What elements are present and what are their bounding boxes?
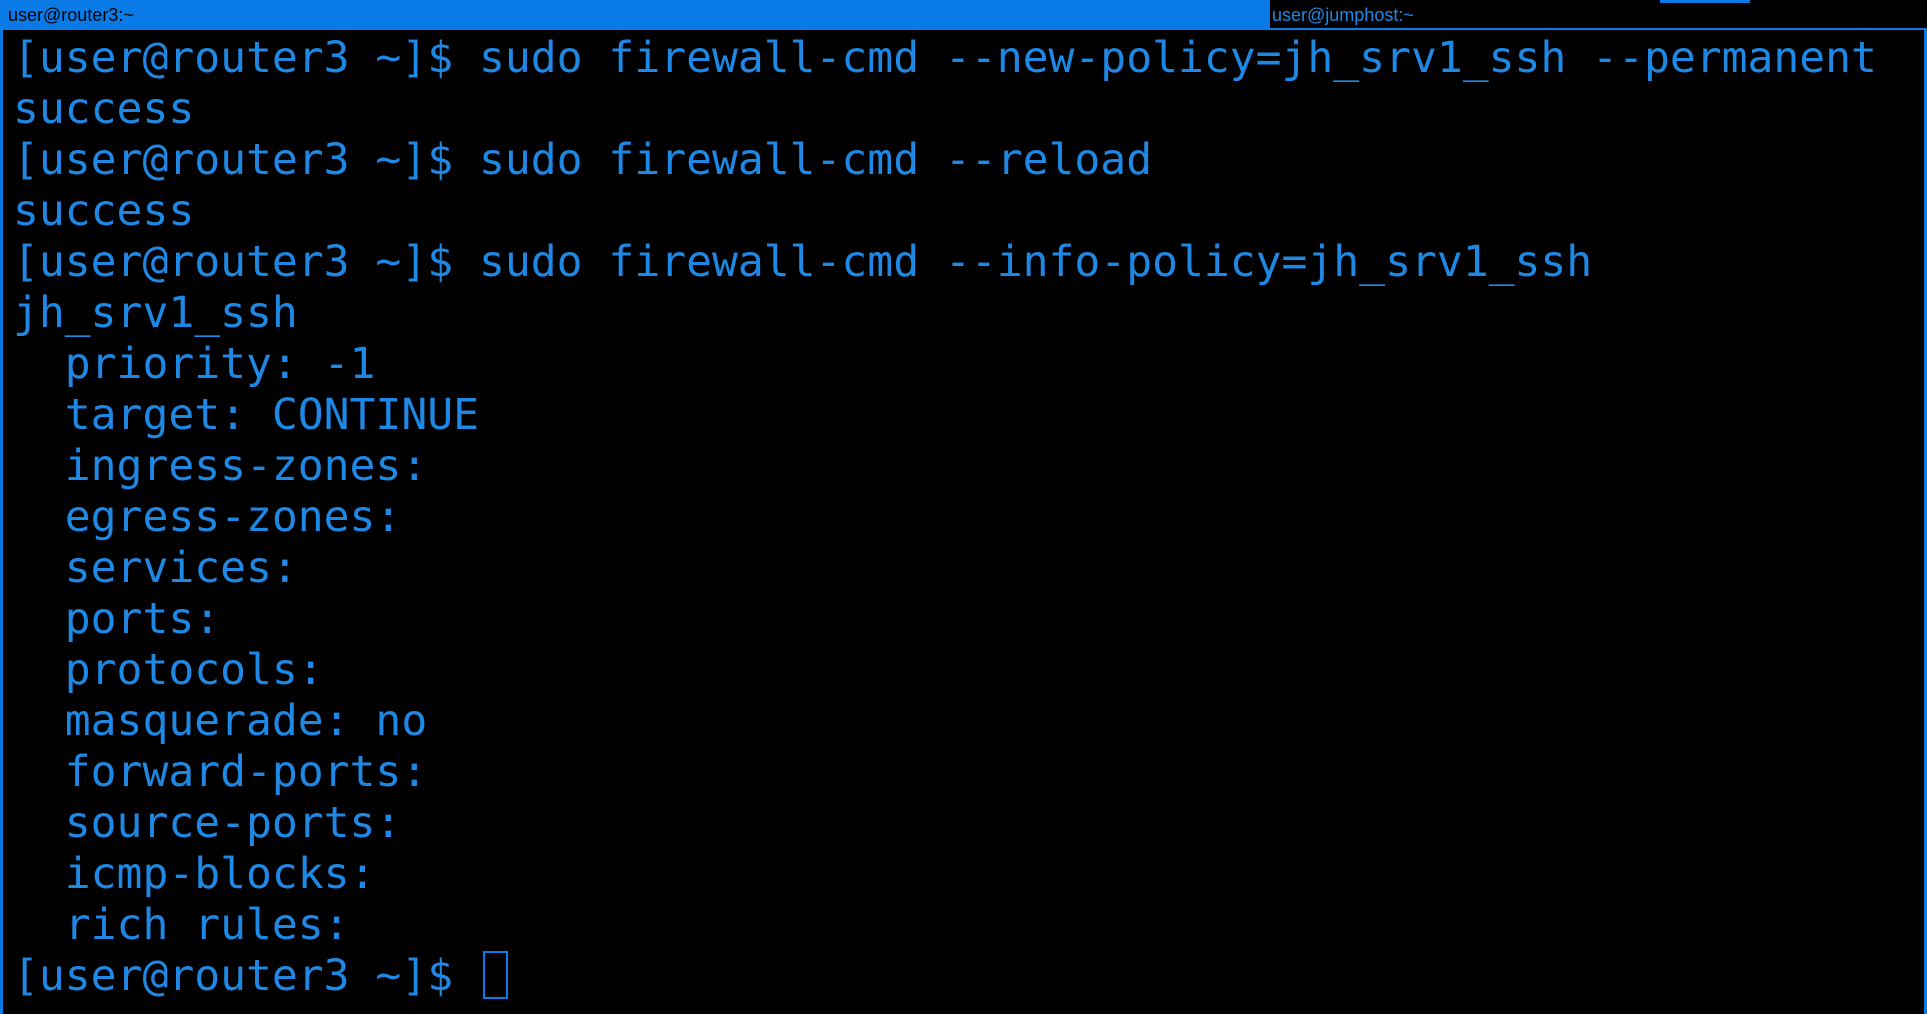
tab-router3-title[interactable]: user@router3:~ [0, 0, 1268, 30]
terminal-line: [user@router3 ~]$ sudo firewall-cmd --re… [13, 135, 1153, 185]
terminal-line: protocols: [13, 645, 350, 695]
terminal-line: ports: [13, 594, 246, 644]
terminal-line: source-ports: [13, 798, 428, 848]
terminal-line: services: [13, 543, 324, 593]
terminal-prompt-line[interactable]: [user@router3 ~]$ [13, 951, 1924, 1002]
terminal-line: [user@router3 ~]$ sudo firewall-cmd --ne… [13, 33, 1877, 83]
tab-indicator [1660, 0, 1750, 3]
terminal-prompt: [user@router3 ~]$ [13, 951, 479, 1001]
terminal-pane[interactable]: [user@router3 ~]$ sudo firewall-cmd --ne… [0, 30, 1927, 1014]
terminal-line: masquerade: no [13, 696, 428, 746]
terminal-line: jh_srv1_ssh [13, 288, 298, 338]
terminal-line: ingress-zones: [13, 441, 454, 491]
terminal-line: target: CONTINUE [13, 390, 479, 440]
tab-jumphost-title[interactable]: user@jumphost:~ [1268, 0, 1927, 30]
terminal-line: icmp-blocks: [13, 849, 402, 899]
terminal-line: success [13, 186, 195, 236]
terminal-line: success [13, 84, 195, 134]
terminal-line: [user@router3 ~]$ sudo firewall-cmd --in… [13, 237, 1593, 287]
terminal-cursor[interactable] [483, 951, 508, 999]
tab-indicator [790, 0, 880, 3]
terminal-line: priority: -1 [13, 339, 376, 389]
terminal-line: forward-ports: [13, 747, 454, 797]
terminal-line: egress-zones: [13, 492, 428, 542]
terminal-line: rich rules: [13, 900, 376, 950]
